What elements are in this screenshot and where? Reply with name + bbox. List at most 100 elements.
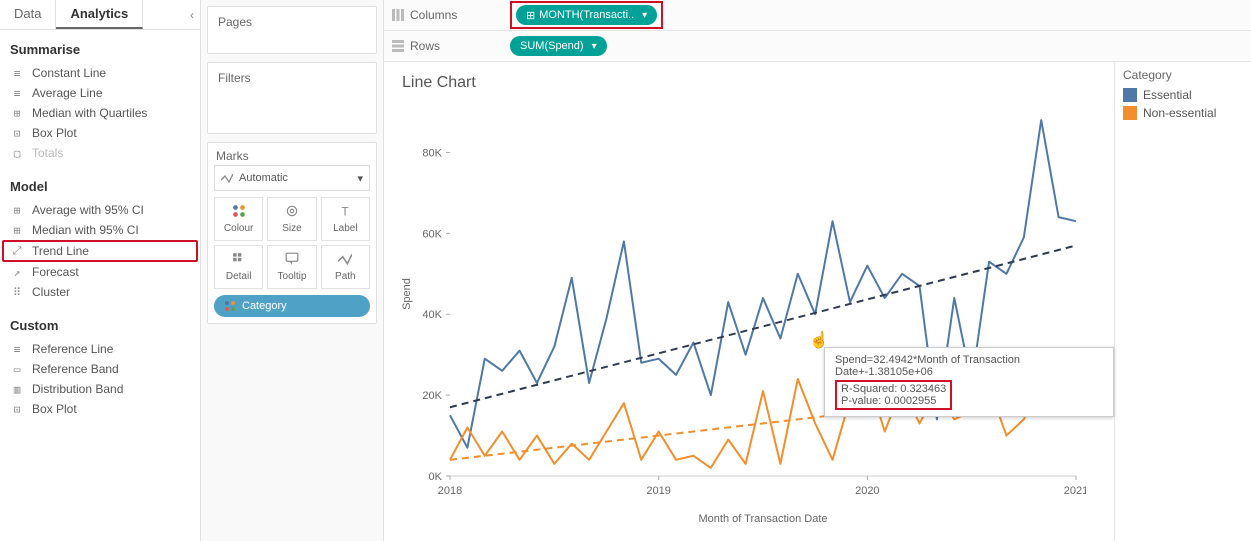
analytics-item-label: Box Plot [32,402,77,416]
marks-label-button[interactable]: T Label [321,197,370,241]
summarise-item-constant-line[interactable]: ≡ Constant Line [2,63,198,83]
svg-text:60K: 60K [422,228,442,240]
model-item-forecast[interactable]: ↗ Forecast [2,262,198,282]
legend-item-label: Non-essential [1143,106,1216,120]
section-custom: Custom [0,306,200,339]
custom-item-reference-band[interactable]: ▭Reference Band [2,359,198,379]
analytics-item-icon: ▢ [10,147,24,160]
analytics-item-label: Distribution Band [32,382,123,396]
colour-icon [232,204,246,221]
analytics-item-label: Totals [32,146,63,160]
section-model: Model [0,167,200,200]
collapse-sidebar-icon[interactable]: ‹ [184,0,200,29]
chevron-down-icon: ▾ [642,10,647,21]
tooltip-p-value: P-value: 0.0002955 [841,395,946,407]
colour-dots-icon [224,300,236,312]
analytics-item-icon: ≡ [10,67,24,80]
columns-shelf-icon [392,9,404,21]
marks-colour-button[interactable]: Colour [214,197,263,241]
marks-cell-label: Label [333,223,357,234]
svg-text:20K: 20K [422,390,442,402]
chevron-down-icon: ▾ [357,172,363,185]
analytics-item-icon: ⤢ [10,244,24,258]
label-icon: T [338,204,352,221]
chevron-down-icon: ▾ [592,41,597,52]
size-icon [285,204,299,221]
summarise-item-median-with-quartiles[interactable]: ⊞ Median with Quartiles [2,103,198,123]
detail-icon [232,252,246,269]
analytics-item-icon: ⊞ [10,224,24,237]
expand-icon: ⊞ [526,9,535,22]
analytics-item-icon: ▥ [10,383,24,396]
custom-item-reference-line[interactable]: ≡ Reference Line [2,339,198,359]
svg-text:80K: 80K [422,147,442,159]
custom-item-distribution-band[interactable]: ▥ Distribution Band [2,379,198,399]
svg-text:40K: 40K [422,309,442,321]
path-icon [338,252,352,269]
analytics-item-icon: ⊡ [10,127,24,140]
svg-text:2019: 2019 [646,485,670,497]
svg-text:Month of Transaction Date: Month of Transaction Date [698,513,827,525]
rows-pill-label: SUM(Spend) [520,40,584,52]
marks-path-button[interactable]: Path [321,245,370,289]
tooltip-equation: Spend=32.4942*Month of Transaction Date+… [835,354,1103,378]
marks-colour-pill-label: Category [242,300,287,312]
model-item-cluster[interactable]: ⠿ Cluster [2,282,198,302]
marks-cell-label: Path [335,271,356,282]
marks-cell-label: Tooltip [278,271,307,282]
columns-pill-month-transaction[interactable]: ⊞ MONTH(Transacti.. ▾ [516,5,657,25]
pages-shelf[interactable]: Pages [208,7,376,37]
marks-title: Marks [208,143,376,165]
rows-pill-sum-spend[interactable]: SUM(Spend) ▾ [510,36,607,56]
svg-text:Spend: Spend [401,278,413,310]
legend-item-non-essential[interactable]: Non-essential [1123,104,1243,122]
analytics-item-icon: ▭ [10,363,24,376]
analytics-item-icon: ≡ [10,343,24,356]
tooltip-icon [285,252,299,269]
analytics-item-label: Trend Line [32,244,89,258]
model-item-median-with-95-ci[interactable]: ⊞Median with 95% CI [2,220,198,240]
automatic-mark-icon [221,172,233,184]
analytics-item-label: Box Plot [32,126,77,140]
analytics-item-label: Forecast [32,265,79,279]
summarise-item-average-line[interactable]: ≡Average Line [2,83,198,103]
analytics-item-label: Constant Line [32,66,106,80]
marks-type-select[interactable]: Automatic ▾ [214,165,370,191]
legend-item-essential[interactable]: Essential [1123,86,1243,104]
columns-label: Columns [410,8,457,22]
analytics-item-icon: ⠿ [10,286,24,299]
summarise-item-box-plot[interactable]: ⊡ Box Plot [2,123,198,143]
line-chart[interactable]: 0K20K40K60K80K2018201920202021Month of T… [396,92,1086,532]
marks-type-label: Automatic [239,172,288,184]
legend-swatch [1123,88,1137,102]
tab-data[interactable]: Data [0,0,56,29]
rows-label: Rows [410,39,440,53]
custom-item-box-plot[interactable]: ⊡ Box Plot [2,399,198,419]
legend-title: Category [1123,68,1243,86]
svg-text:0K: 0K [429,471,443,483]
marks-tooltip-button[interactable]: Tooltip [267,245,316,289]
marks-detail-button[interactable]: Detail [214,245,263,289]
marks-colour-pill-category[interactable]: Category [214,295,370,317]
svg-text:2018: 2018 [438,485,462,497]
rows-shelf-icon [392,40,404,52]
section-summarise: Summarise [0,30,200,63]
filters-shelf[interactable]: Filters [208,63,376,93]
marks-size-button[interactable]: Size [267,197,316,241]
legend-swatch [1123,106,1137,120]
chart-title: Line Chart [396,70,1102,92]
analytics-item-icon: ⊞ [10,107,24,120]
legend-item-label: Essential [1143,88,1192,102]
analytics-item-icon: ↗ [10,266,24,279]
analytics-item-icon: ⊡ [10,403,24,416]
analytics-item-label: Average with 95% CI [32,203,144,217]
model-item-average-with-95-ci[interactable]: ⊞Average with 95% CI [2,200,198,220]
analytics-item-label: Median with Quartiles [32,106,147,120]
analytics-item-label: Cluster [32,285,70,299]
tab-analytics[interactable]: Analytics [56,0,143,29]
analytics-item-icon: ≡ [10,87,24,100]
model-item-trend-line[interactable]: ⤢ Trend Line [2,240,198,262]
summarise-item-totals: ▢ Totals [2,143,198,163]
svg-text:2020: 2020 [855,485,879,497]
analytics-item-label: Reference Line [32,342,113,356]
